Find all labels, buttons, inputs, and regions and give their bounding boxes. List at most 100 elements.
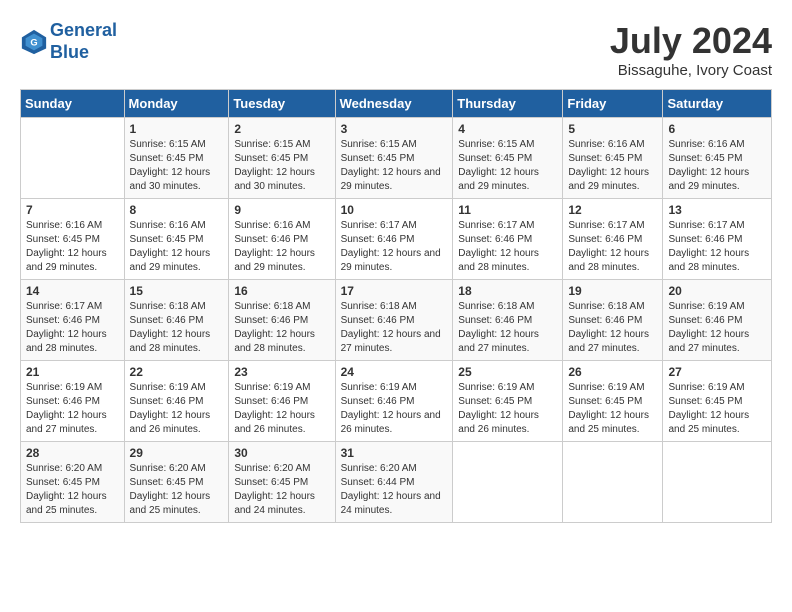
calendar-week-row: 21Sunrise: 6:19 AMSunset: 6:46 PMDayligh… <box>21 361 772 442</box>
daylight-text: Daylight: 12 hours and 26 minutes. <box>341 409 448 437</box>
day-number: 3 <box>341 122 448 136</box>
sunrise-text: Sunrise: 6:17 AM <box>458 219 557 233</box>
day-number: 16 <box>234 284 329 298</box>
title-block: July 2024 Bissaguhe, Ivory Coast <box>610 20 772 79</box>
daylight-text: Daylight: 12 hours and 28 minutes. <box>458 247 557 275</box>
day-number: 23 <box>234 365 329 379</box>
daylight-text: Daylight: 12 hours and 24 minutes. <box>234 490 329 518</box>
sunset-text: Sunset: 6:46 PM <box>458 233 557 247</box>
sunrise-text: Sunrise: 6:17 AM <box>26 300 119 314</box>
sunset-text: Sunset: 6:45 PM <box>234 152 329 166</box>
day-content: Sunrise: 6:17 AMSunset: 6:46 PMDaylight:… <box>668 219 766 275</box>
sunset-text: Sunset: 6:46 PM <box>130 314 224 328</box>
daylight-text: Daylight: 12 hours and 28 minutes. <box>568 247 657 275</box>
calendar-cell: 25Sunrise: 6:19 AMSunset: 6:45 PMDayligh… <box>453 361 563 442</box>
day-content: Sunrise: 6:15 AMSunset: 6:45 PMDaylight:… <box>458 138 557 194</box>
weekday-header-friday: Friday <box>563 90 663 118</box>
calendar-cell: 13 Sunrise: 6:17 AMSunset: 6:46 PMDayligh… <box>663 199 772 280</box>
sunset-text: Sunset: 6:46 PM <box>341 395 448 409</box>
day-number: 18 <box>458 284 557 298</box>
sunrise-text: Sunrise: 6:19 AM <box>668 300 766 314</box>
sunrise-text: Sunrise: 6:20 AM <box>130 462 224 476</box>
sunrise-text: Sunrise: 6:18 AM <box>234 300 329 314</box>
day-number: 12 <box>568 203 657 217</box>
daylight-text: Daylight: 12 hours and 27 minutes. <box>341 328 448 356</box>
daylight-text: Daylight: 12 hours and 30 minutes. <box>234 166 329 194</box>
logo-icon: G <box>20 28 48 56</box>
calendar-cell: 30 Sunrise: 6:20 AMSunset: 6:45 PMDayligh… <box>229 442 335 523</box>
sunrise-text: Sunrise: 6:19 AM <box>668 381 766 395</box>
sunrise-text: Sunrise: 6:15 AM <box>130 138 224 152</box>
sunrise-text: Sunrise: 6:18 AM <box>458 300 557 314</box>
calendar-cell: 4Sunrise: 6:15 AMSunset: 6:45 PMDaylight… <box>453 118 563 199</box>
sunrise-text: Sunrise: 6:17 AM <box>668 219 766 233</box>
daylight-text: Daylight: 12 hours and 27 minutes. <box>26 409 119 437</box>
calendar-cell: 16Sunrise: 6:18 AMSunset: 6:46 PMDayligh… <box>229 280 335 361</box>
day-content: Sunrise: 6:20 AMSunset: 6:44 PMDaylight:… <box>341 462 448 518</box>
day-number: 7 <box>26 203 119 217</box>
daylight-text: Daylight: 12 hours and 27 minutes. <box>668 328 766 356</box>
calendar-cell: 1 Sunrise: 6:15 AMSunset: 6:45 PMDaylight… <box>124 118 229 199</box>
daylight-text: Daylight: 12 hours and 25 minutes. <box>26 490 119 518</box>
sunrise-text: Sunrise: 6:20 AM <box>341 462 448 476</box>
day-number: 1 <box>130 122 224 136</box>
calendar-cell: 5 Sunrise: 6:16 AMSunset: 6:45 PMDaylight… <box>563 118 663 199</box>
calendar-cell: 26Sunrise: 6:19 AMSunset: 6:45 PMDayligh… <box>563 361 663 442</box>
calendar-table: SundayMondayTuesdayWednesdayThursdayFrid… <box>20 89 772 523</box>
daylight-text: Daylight: 12 hours and 27 minutes. <box>568 328 657 356</box>
sunrise-text: Sunrise: 6:16 AM <box>234 219 329 233</box>
calendar-cell: 10Sunrise: 6:17 AMSunset: 6:46 PMDayligh… <box>335 199 453 280</box>
day-content: Sunrise: 6:19 AMSunset: 6:45 PMDaylight:… <box>568 381 657 437</box>
daylight-text: Daylight: 12 hours and 29 minutes. <box>341 166 448 194</box>
daylight-text: Daylight: 12 hours and 26 minutes. <box>130 409 224 437</box>
calendar-cell: 12Sunrise: 6:17 AMSunset: 6:46 PMDayligh… <box>563 199 663 280</box>
daylight-text: Daylight: 12 hours and 29 minutes. <box>234 247 329 275</box>
sunrise-text: Sunrise: 6:19 AM <box>568 381 657 395</box>
daylight-text: Daylight: 12 hours and 29 minutes. <box>130 247 224 275</box>
daylight-text: Daylight: 12 hours and 28 minutes. <box>668 247 766 275</box>
day-number: 9 <box>234 203 329 217</box>
sunrise-text: Sunrise: 6:17 AM <box>568 219 657 233</box>
day-content: Sunrise: 6:15 AMSunset: 6:45 PMDaylight:… <box>130 138 224 194</box>
day-content: Sunrise: 6:20 AMSunset: 6:45 PMDaylight:… <box>26 462 119 518</box>
day-content: Sunrise: 6:15 AMSunset: 6:45 PMDaylight:… <box>341 138 448 194</box>
logo: G General Blue <box>20 20 117 63</box>
day-content: Sunrise: 6:16 AMSunset: 6:45 PMDaylight:… <box>26 219 119 275</box>
calendar-cell: 2Sunrise: 6:15 AMSunset: 6:45 PMDaylight… <box>229 118 335 199</box>
day-content: Sunrise: 6:19 AMSunset: 6:46 PMDaylight:… <box>234 381 329 437</box>
day-number: 30 <box>234 446 329 460</box>
sunset-text: Sunset: 6:45 PM <box>234 476 329 490</box>
month-title: July 2024 <box>610 20 772 62</box>
calendar-cell: 19Sunrise: 6:18 AMSunset: 6:46 PMDayligh… <box>563 280 663 361</box>
day-content: Sunrise: 6:18 AMSunset: 6:46 PMDaylight:… <box>130 300 224 356</box>
calendar-cell: 11 Sunrise: 6:17 AMSunset: 6:46 PMDayligh… <box>453 199 563 280</box>
day-content: Sunrise: 6:19 AMSunset: 6:45 PMDaylight:… <box>668 381 766 437</box>
daylight-text: Daylight: 12 hours and 26 minutes. <box>458 409 557 437</box>
calendar-cell: 23 Sunrise: 6:19 AMSunset: 6:46 PMDayligh… <box>229 361 335 442</box>
day-content: Sunrise: 6:19 AMSunset: 6:46 PMDaylight:… <box>668 300 766 356</box>
weekday-header-thursday: Thursday <box>453 90 563 118</box>
sunset-text: Sunset: 6:45 PM <box>568 395 657 409</box>
daylight-text: Daylight: 12 hours and 28 minutes. <box>26 328 119 356</box>
day-content: Sunrise: 6:20 AMSunset: 6:45 PMDaylight:… <box>234 462 329 518</box>
day-number: 5 <box>568 122 657 136</box>
sunrise-text: Sunrise: 6:19 AM <box>458 381 557 395</box>
sunrise-text: Sunrise: 6:18 AM <box>568 300 657 314</box>
sunset-text: Sunset: 6:45 PM <box>458 152 557 166</box>
sunset-text: Sunset: 6:45 PM <box>668 395 766 409</box>
daylight-text: Daylight: 12 hours and 27 minutes. <box>458 328 557 356</box>
day-content: Sunrise: 6:16 AMSunset: 6:45 PMDaylight:… <box>568 138 657 194</box>
day-content: Sunrise: 6:18 AMSunset: 6:46 PMDaylight:… <box>341 300 448 356</box>
day-content: Sunrise: 6:17 AMSunset: 6:46 PMDaylight:… <box>341 219 448 275</box>
day-number: 20 <box>668 284 766 298</box>
sunrise-text: Sunrise: 6:19 AM <box>26 381 119 395</box>
sunrise-text: Sunrise: 6:15 AM <box>458 138 557 152</box>
day-number: 8 <box>130 203 224 217</box>
day-number: 15 <box>130 284 224 298</box>
day-number: 22 <box>130 365 224 379</box>
daylight-text: Daylight: 12 hours and 30 minutes. <box>130 166 224 194</box>
day-number: 11 <box>458 203 557 217</box>
day-number: 17 <box>341 284 448 298</box>
sunset-text: Sunset: 6:46 PM <box>26 395 119 409</box>
day-number: 13 <box>668 203 766 217</box>
